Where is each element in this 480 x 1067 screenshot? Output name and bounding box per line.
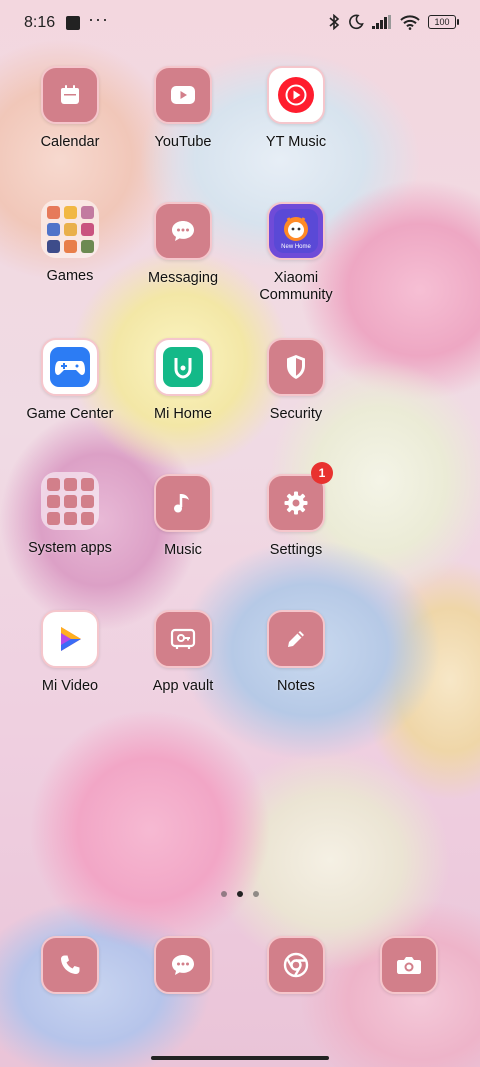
app-label: Settings [269,542,323,558]
app-label: Game Center [26,406,114,422]
game-center-icon [41,338,99,396]
clock: 8:16 [24,14,56,31]
app-label: Messaging [147,270,219,286]
games-folder-icon [41,200,99,258]
battery-icon: 100 [428,15,459,29]
app-label: System apps [28,540,112,556]
security-shield-icon [267,338,325,396]
app-vault-icon [154,610,212,668]
camera-icon [380,936,438,994]
system-apps-folder-icon [41,472,99,530]
messaging-icon [154,202,212,260]
page-dot[interactable] [253,891,259,897]
app-label: Security [269,406,323,422]
app-label: Games [46,268,94,284]
xiaomi-badge-text: New Home [281,244,311,250]
dock-chrome[interactable] [241,936,351,994]
app-game-center[interactable]: Game Center [15,338,125,423]
settings-gear-icon: 1 [267,462,333,532]
app-app-vault[interactable]: App vault [128,610,238,695]
mi-video-icon [41,610,99,668]
notes-pencil-icon [267,610,325,668]
page-dot[interactable] [221,891,227,897]
notification-app-icon [66,16,80,30]
app-label: YouTube [154,134,212,150]
chrome-icon [267,936,325,994]
app-label: Mi Home [153,406,212,422]
cellular-signal-icon [372,15,391,29]
page-dot-active[interactable] [237,891,243,897]
music-note-icon [154,474,212,532]
app-yt-music[interactable]: YT Music [241,66,351,151]
messages-icon [154,936,212,994]
bluetooth-icon [329,14,340,30]
app-notes[interactable]: Notes [241,610,351,695]
notification-badge: 1 [311,462,333,484]
dock-messages[interactable] [128,936,238,994]
app-security[interactable]: Security [241,338,351,423]
mi-home-icon [154,338,212,396]
xiaomi-community-icon: New Home [267,202,325,260]
calendar-icon [41,66,99,124]
yt-music-icon [267,66,325,124]
app-music[interactable]: Music [128,474,238,559]
app-label: Notes [277,678,315,694]
youtube-icon [154,66,212,124]
wifi-icon [400,14,420,30]
folder-games[interactable]: Games [15,200,125,285]
app-youtube[interactable]: YouTube [128,66,238,151]
status-bar: 8:16 ··· 100 [0,0,480,46]
app-calendar[interactable]: Calendar [15,66,125,151]
app-settings[interactable]: 1 Settings [241,462,351,559]
do-not-disturb-moon-icon [349,14,364,30]
app-label: Mi Video [41,678,99,694]
dock-camera[interactable] [354,936,464,994]
more-notifications-icon: ··· [88,9,109,29]
app-xiaomi-community[interactable]: New Home Xiaomi Community [241,202,351,304]
app-label: YT Music [265,134,327,150]
page-indicator[interactable] [0,891,480,897]
app-label: Xiaomi Community [259,270,333,303]
dock-phone[interactable] [15,936,125,994]
folder-system-apps[interactable]: System apps [15,472,125,557]
app-label: Calendar [40,134,100,150]
app-mi-video[interactable]: Mi Video [15,610,125,695]
app-mi-home[interactable]: Mi Home [128,338,238,423]
app-messaging[interactable]: Messaging [128,202,238,287]
app-label: Music [164,542,202,558]
home-gesture-bar[interactable] [151,1056,329,1060]
phone-icon [41,936,99,994]
app-label: App vault [152,678,214,694]
